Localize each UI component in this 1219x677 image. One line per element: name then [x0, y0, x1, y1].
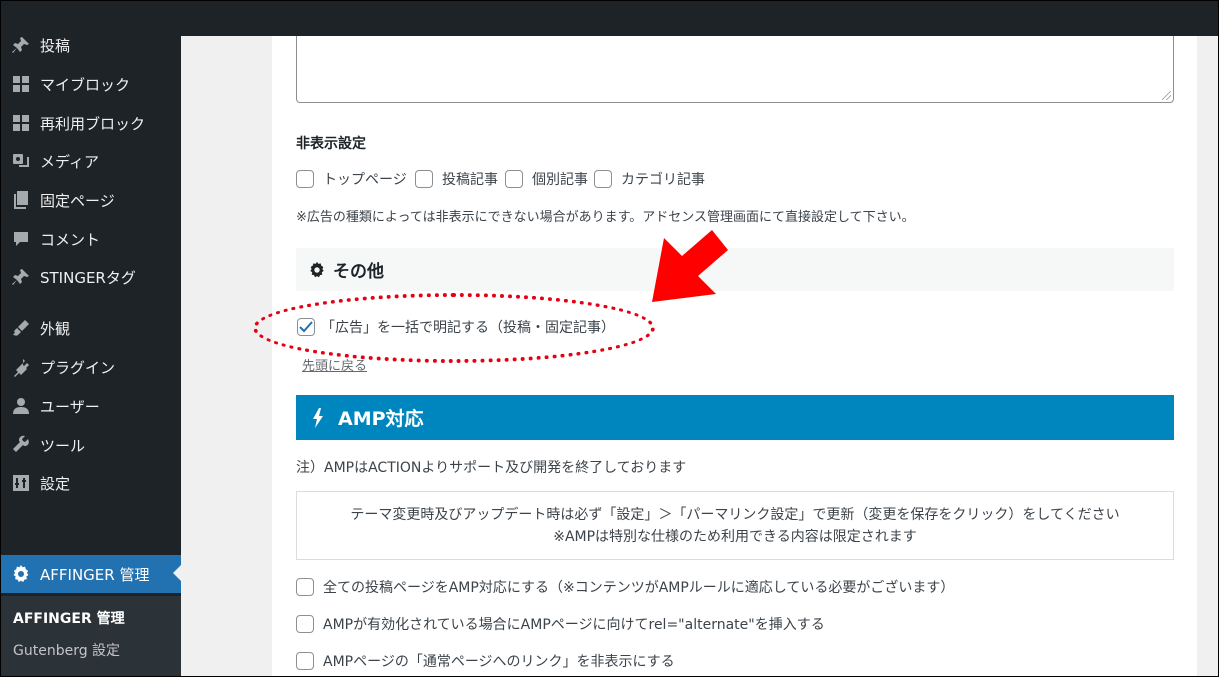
sidebar-item-label: 外観 — [40, 319, 71, 338]
pin-icon — [0, 267, 40, 287]
checkbox-post-articles[interactable] — [415, 170, 433, 188]
active-menu-pointer — [173, 565, 181, 581]
sidebar-item-pages[interactable]: 固定ページ — [0, 182, 181, 218]
gear-icon — [308, 261, 326, 279]
back-to-top-link[interactable]: 先頭に戻る — [302, 355, 367, 374]
checkbox-amp-hide-link[interactable] — [296, 652, 314, 670]
sidebar-item-label: 設定 — [40, 474, 71, 493]
checkbox-label-category-articles: カテゴリ記事 — [621, 172, 705, 188]
sidebar-item-tools[interactable]: ツール — [0, 427, 181, 463]
admin-sidebar: 投稿 マイブロック 再利用ブロック メディア 固定ページ コメント STINGE… — [0, 0, 181, 677]
ad-code-textarea[interactable] — [296, 36, 1174, 103]
admin-bar — [0, 0, 1219, 36]
checkbox-amp-all-posts[interactable] — [296, 578, 314, 596]
comment-icon — [0, 230, 40, 248]
sidebar-item-label: 固定ページ — [40, 191, 115, 210]
amp-info-line-2: ※AMPは特別な仕様のため利用できる内容は限定されます — [553, 528, 917, 545]
checkbox-ad-label-all[interactable] — [297, 318, 315, 336]
checkbox-label-ad-label-all: 「広告」を一括で明記する（投稿・固定記事） — [321, 320, 615, 336]
affinger-submenu: AFFINGER 管理 Gutenberg 設定 — [0, 596, 181, 677]
checkbox-single-articles[interactable] — [505, 170, 523, 188]
amp-section-title: AMP対応 — [338, 408, 424, 430]
checkbox-label-amp-all-posts: 全ての投稿ページをAMP対応にする（※コンテンツがAMPルールに適応している必要… — [323, 580, 955, 596]
sidebar-item-label: AFFINGER 管理 — [40, 565, 150, 584]
checkbox-top-page[interactable] — [296, 170, 314, 188]
submenu-item-gutenberg[interactable]: Gutenberg 設定 — [13, 640, 120, 660]
media-icon — [0, 151, 40, 171]
submenu-item-affinger-admin[interactable]: AFFINGER 管理 — [13, 608, 125, 628]
sidebar-item-label: プラグイン — [40, 358, 116, 377]
blocks-icon — [0, 75, 40, 93]
sidebar-item-stinger-tags[interactable]: STINGERタグ — [0, 259, 181, 295]
sidebar-item-appearance[interactable]: 外観 — [0, 310, 181, 346]
amp-info-line-1: テーマ変更時及びアップデート時は必ず「設定」＞「パーマリンク設定」で更新（変更を… — [350, 506, 1120, 523]
checkbox-label-top-page: トップページ — [323, 172, 407, 188]
sidebar-item-affinger[interactable]: AFFINGER 管理 — [0, 555, 181, 593]
checkbox-label-post-articles: 投稿記事 — [442, 172, 498, 188]
pages-icon — [0, 190, 40, 210]
amp-info-box: テーマ変更時及びアップデート時は必ず「設定」＞「パーマリンク設定」で更新（変更を… — [296, 491, 1174, 560]
sidebar-item-label: コメント — [40, 230, 101, 249]
sidebar-item-settings[interactable]: 設定 — [0, 465, 181, 501]
sidebar-item-label: メディア — [40, 152, 99, 171]
lightning-icon — [312, 407, 324, 428]
checkbox-label-amp-rel-alternate: AMPが有効化されている場合にAMPページに向けてrel="alternate"… — [323, 617, 825, 633]
settings-icon — [0, 474, 40, 492]
sidebar-item-label: 再利用ブロック — [40, 114, 146, 133]
checkbox-label-amp-hide-link: AMPページの「通常ページへのリンク」を非表示にする — [323, 654, 675, 670]
sidebar-item-plugins[interactable]: プラグイン — [0, 349, 181, 385]
hide-settings-note: ※広告の種類によっては非表示にできない場合があります。アドセンス管理画面にて直接… — [296, 210, 915, 225]
sidebar-item-label: ツール — [40, 436, 86, 455]
user-icon — [0, 397, 40, 415]
pin-icon — [0, 35, 40, 55]
hide-settings-title: 非表示設定 — [296, 136, 366, 152]
other-section-header: その他 — [296, 248, 1174, 291]
resize-handle[interactable] — [1162, 91, 1171, 100]
sidebar-item-users[interactable]: ユーザー — [0, 388, 181, 424]
checkmark-icon — [299, 321, 313, 333]
other-section-title: その他 — [333, 262, 384, 282]
amp-notice: 注）AMPはACTIONよりサポート及び開発を終了しております — [296, 460, 687, 476]
wrench-icon — [0, 435, 40, 455]
checkbox-label-single-articles: 個別記事 — [532, 172, 588, 188]
blocks-icon — [0, 114, 40, 132]
checkbox-category-articles[interactable] — [594, 170, 612, 188]
sidebar-item-label: 投稿 — [40, 36, 71, 55]
sidebar-item-label: ユーザー — [40, 397, 100, 416]
gear-icon — [0, 564, 40, 584]
sidebar-item-label: マイブロック — [40, 75, 131, 94]
amp-section-header: AMP対応 — [296, 395, 1174, 440]
sidebar-item-media[interactable]: メディア — [0, 143, 181, 179]
sidebar-item-posts[interactable]: 投稿 — [0, 27, 181, 63]
sidebar-item-reusable-blocks[interactable]: 再利用ブロック — [0, 105, 181, 141]
sidebar-item-comments[interactable]: コメント — [0, 221, 181, 257]
checkbox-amp-rel-alternate[interactable] — [296, 615, 314, 633]
plugin-icon — [0, 357, 40, 377]
sidebar-item-label: STINGERタグ — [40, 268, 136, 287]
appearance-icon — [0, 318, 40, 338]
page-margin — [1197, 36, 1219, 677]
sidebar-item-myblocks[interactable]: マイブロック — [0, 66, 181, 102]
